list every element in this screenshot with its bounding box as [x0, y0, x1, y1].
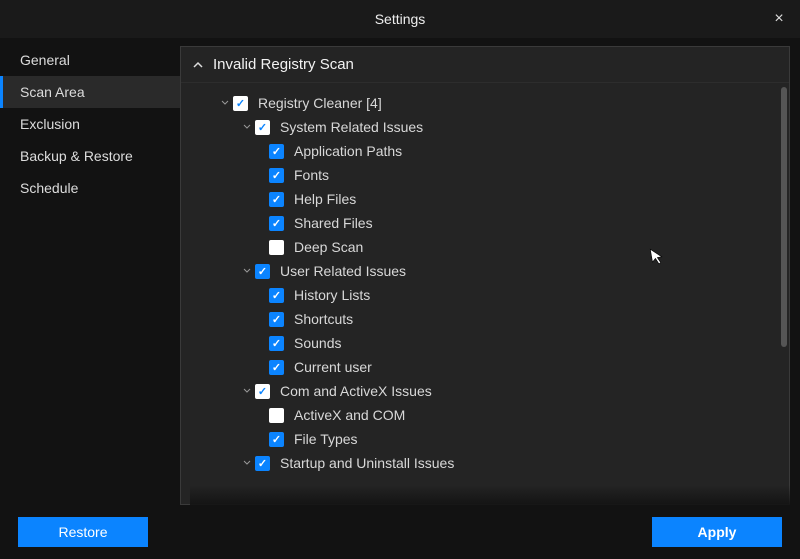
tree-row[interactable]: ✓ File Types — [197, 427, 769, 451]
tree-label: Shared Files — [294, 215, 373, 231]
tree-row[interactable]: ✓ User Related Issues — [197, 259, 769, 283]
checkbox[interactable]: ✓ — [269, 144, 284, 159]
checkbox[interactable]: ✓ — [269, 192, 284, 207]
sidebar-item-schedule[interactable]: Schedule — [0, 172, 180, 204]
restore-button[interactable]: Restore — [18, 517, 148, 547]
tree-row[interactable]: ✓ Com and ActiveX Issues — [197, 379, 769, 403]
tree-row[interactable]: ✓ Registry Cleaner [4] — [197, 91, 769, 115]
sidebar: General Scan Area Exclusion Backup & Res… — [0, 38, 180, 505]
checkbox[interactable] — [269, 240, 284, 255]
tree-row[interactable]: ✓ History Lists — [197, 283, 769, 307]
checkbox[interactable] — [269, 408, 284, 423]
sidebar-item-exclusion[interactable]: Exclusion — [0, 108, 180, 140]
tree-label: User Related Issues — [280, 263, 406, 279]
expand-icon[interactable] — [241, 123, 253, 131]
sidebar-item-label: Exclusion — [20, 116, 80, 132]
checkbox[interactable]: ✓ — [269, 360, 284, 375]
tree-row[interactable]: ✓ Current user — [197, 355, 769, 379]
tree-label: Help Files — [294, 191, 356, 207]
tree-row[interactable]: ActiveX and COM — [197, 403, 769, 427]
checkbox[interactable]: ✓ — [233, 96, 248, 111]
tree-label: System Related Issues — [280, 119, 423, 135]
tree-row[interactable]: ✓ Shortcuts — [197, 307, 769, 331]
tree-row[interactable]: ✓ Startup and Uninstall Issues — [197, 451, 769, 475]
tree-label: Shortcuts — [294, 311, 353, 327]
tree-row[interactable]: ✓ Sounds — [197, 331, 769, 355]
sidebar-item-label: Schedule — [20, 180, 78, 196]
sidebar-item-label: Scan Area — [20, 84, 85, 100]
sidebar-item-scan-area[interactable]: Scan Area — [0, 76, 180, 108]
checkbox[interactable]: ✓ — [255, 456, 270, 471]
tree-label: Application Paths — [294, 143, 402, 159]
scrollbar-thumb[interactable] — [781, 87, 787, 347]
expand-icon[interactable] — [219, 99, 231, 107]
tree-label: History Lists — [294, 287, 370, 303]
expand-icon[interactable] — [241, 459, 253, 467]
footer: Restore Apply — [0, 505, 800, 559]
tree-row[interactable]: ✓ Shared Files — [197, 211, 769, 235]
main-panel: Invalid Registry Scan ✓ Registry Cleaner … — [180, 46, 790, 505]
tree-row[interactable]: Deep Scan — [197, 235, 769, 259]
close-icon[interactable]: × — [766, 6, 792, 32]
checkbox[interactable]: ✓ — [255, 264, 270, 279]
checkbox[interactable]: ✓ — [255, 120, 270, 135]
tree-label: Startup and Uninstall Issues — [280, 455, 454, 471]
tree-label: Fonts — [294, 167, 329, 183]
panel-header[interactable]: Invalid Registry Scan — [181, 47, 789, 83]
tree-label: Com and ActiveX Issues — [280, 383, 432, 399]
tree-label: ActiveX and COM — [294, 407, 405, 423]
tree-view: ✓ Registry Cleaner [4] ✓ System Related Iss… — [181, 83, 789, 504]
tree-row[interactable]: ✓ Help Files — [197, 187, 769, 211]
tree-label: Deep Scan — [294, 239, 363, 255]
tree-label: Sounds — [294, 335, 341, 351]
panel-title: Invalid Registry Scan — [213, 56, 354, 73]
checkbox[interactable]: ✓ — [269, 336, 284, 351]
tree-row[interactable]: ✓ Fonts — [197, 163, 769, 187]
tree-row[interactable]: ✓ System Related Issues — [197, 115, 769, 139]
sidebar-item-label: General — [20, 52, 70, 68]
chevron-up-icon — [193, 60, 207, 70]
titlebar: Settings × — [0, 0, 800, 38]
sidebar-item-general[interactable]: General — [0, 44, 180, 76]
tree-label: File Types — [294, 431, 358, 447]
tree-row[interactable]: ✓ Application Paths — [197, 139, 769, 163]
main-container: General Scan Area Exclusion Backup & Res… — [0, 38, 800, 505]
checkbox[interactable]: ✓ — [269, 168, 284, 183]
expand-icon[interactable] — [241, 387, 253, 395]
checkbox[interactable]: ✓ — [255, 384, 270, 399]
sidebar-item-backup-restore[interactable]: Backup & Restore — [0, 140, 180, 172]
expand-icon[interactable] — [241, 267, 253, 275]
checkbox[interactable]: ✓ — [269, 312, 284, 327]
checkbox[interactable]: ✓ — [269, 432, 284, 447]
checkbox[interactable]: ✓ — [269, 216, 284, 231]
window-title: Settings — [375, 11, 426, 27]
tree-label: Current user — [294, 359, 372, 375]
tree-label: Registry Cleaner [4] — [258, 95, 382, 111]
sidebar-item-label: Backup & Restore — [20, 148, 133, 164]
apply-button[interactable]: Apply — [652, 517, 782, 547]
checkbox[interactable]: ✓ — [269, 288, 284, 303]
